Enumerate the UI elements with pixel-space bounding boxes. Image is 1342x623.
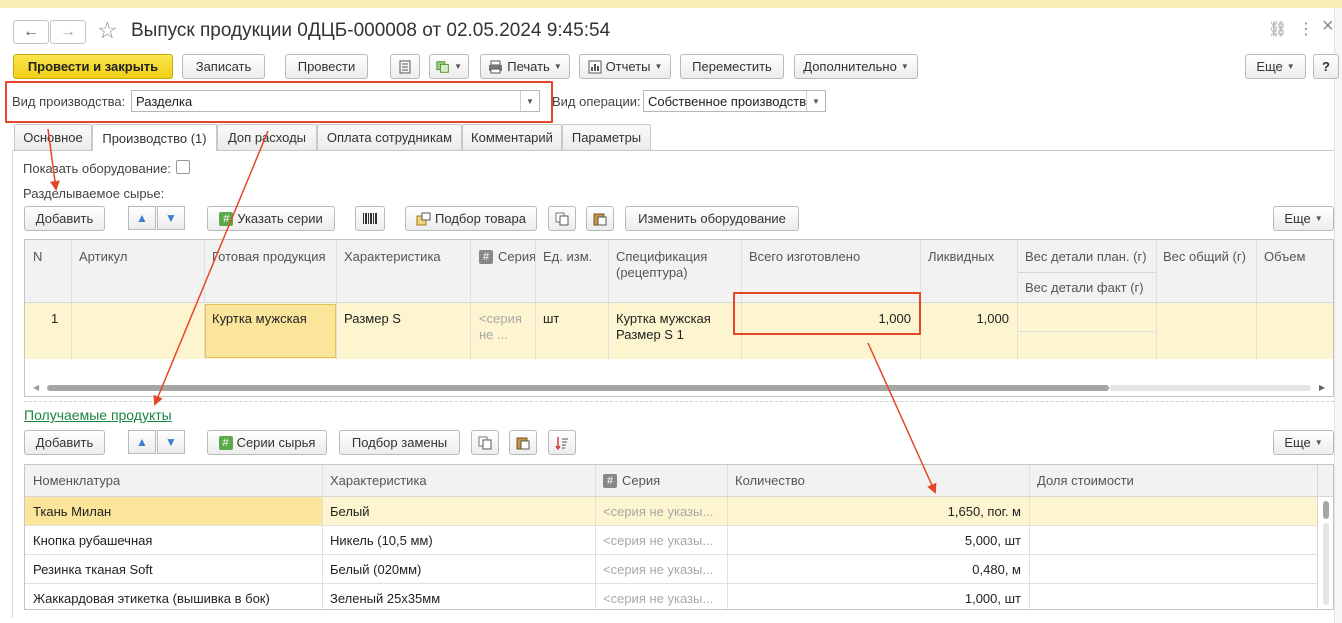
annotation-arrow <box>47 128 60 191</box>
annotation-arrows <box>47 128 937 494</box>
annotation-arrow <box>153 130 269 406</box>
annotation-arrow <box>867 342 937 494</box>
tab-production[interactable]: Производство (1) <box>92 124 217 151</box>
